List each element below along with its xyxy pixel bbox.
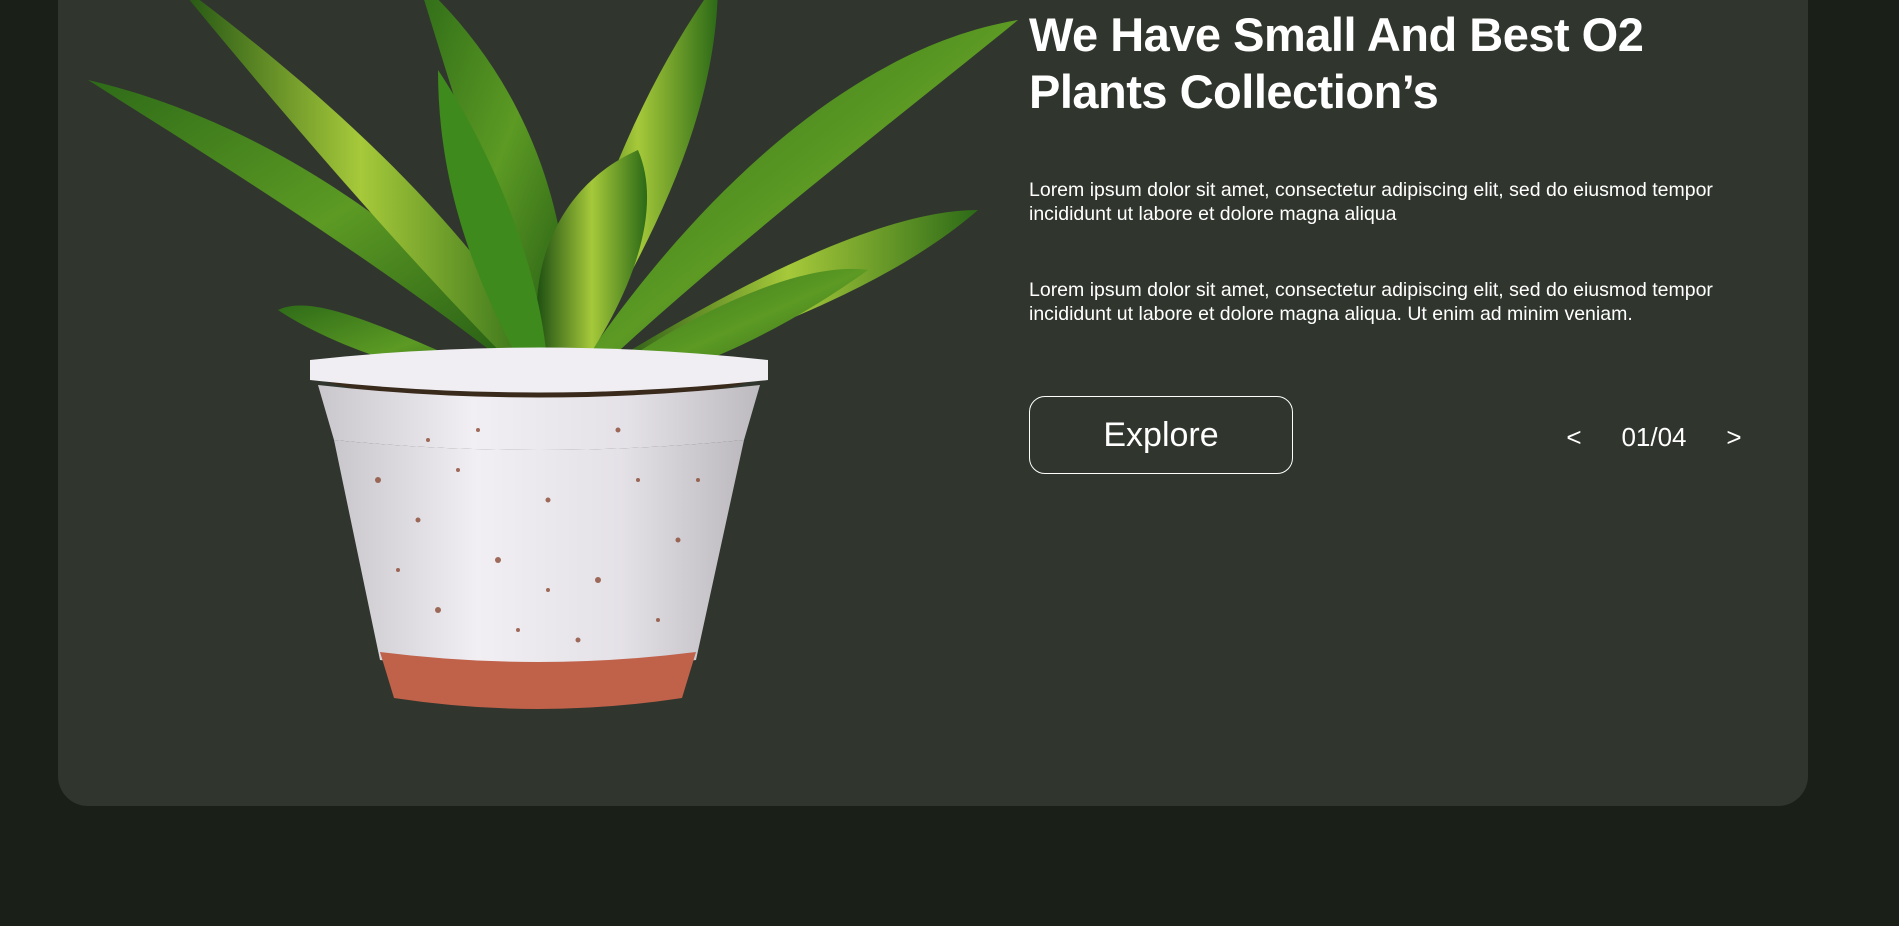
hero-content: We Have Small And Best O2 Plants Collect… xyxy=(1029,6,1759,326)
slide-counter: 01/04 xyxy=(1621,421,1687,452)
explore-button[interactable]: Explore xyxy=(1029,396,1293,474)
prev-slide-button[interactable]: < xyxy=(1559,422,1589,453)
hero-title-line-1: We Have Small And Best O2 xyxy=(1029,8,1644,61)
next-slide-button[interactable]: > xyxy=(1719,422,1749,453)
hero-title-line-2: Plants Collection’s xyxy=(1029,65,1439,118)
pot xyxy=(310,347,768,709)
hero-paragraph-2: Lorem ipsum dolor sit amet, consectetur … xyxy=(1029,279,1713,325)
hero-actions: Explore < 01/04 > xyxy=(1029,396,1749,478)
hero-title: We Have Small And Best O2 Plants Collect… xyxy=(1029,6,1759,120)
slide-pager: < 01/04 > xyxy=(1559,396,1749,478)
plant-leaves xyxy=(88,0,1018,390)
potted-plant-image xyxy=(88,0,1018,709)
hero-paragraph-1: Lorem ipsum dolor sit amet, consectetur … xyxy=(1029,179,1713,225)
